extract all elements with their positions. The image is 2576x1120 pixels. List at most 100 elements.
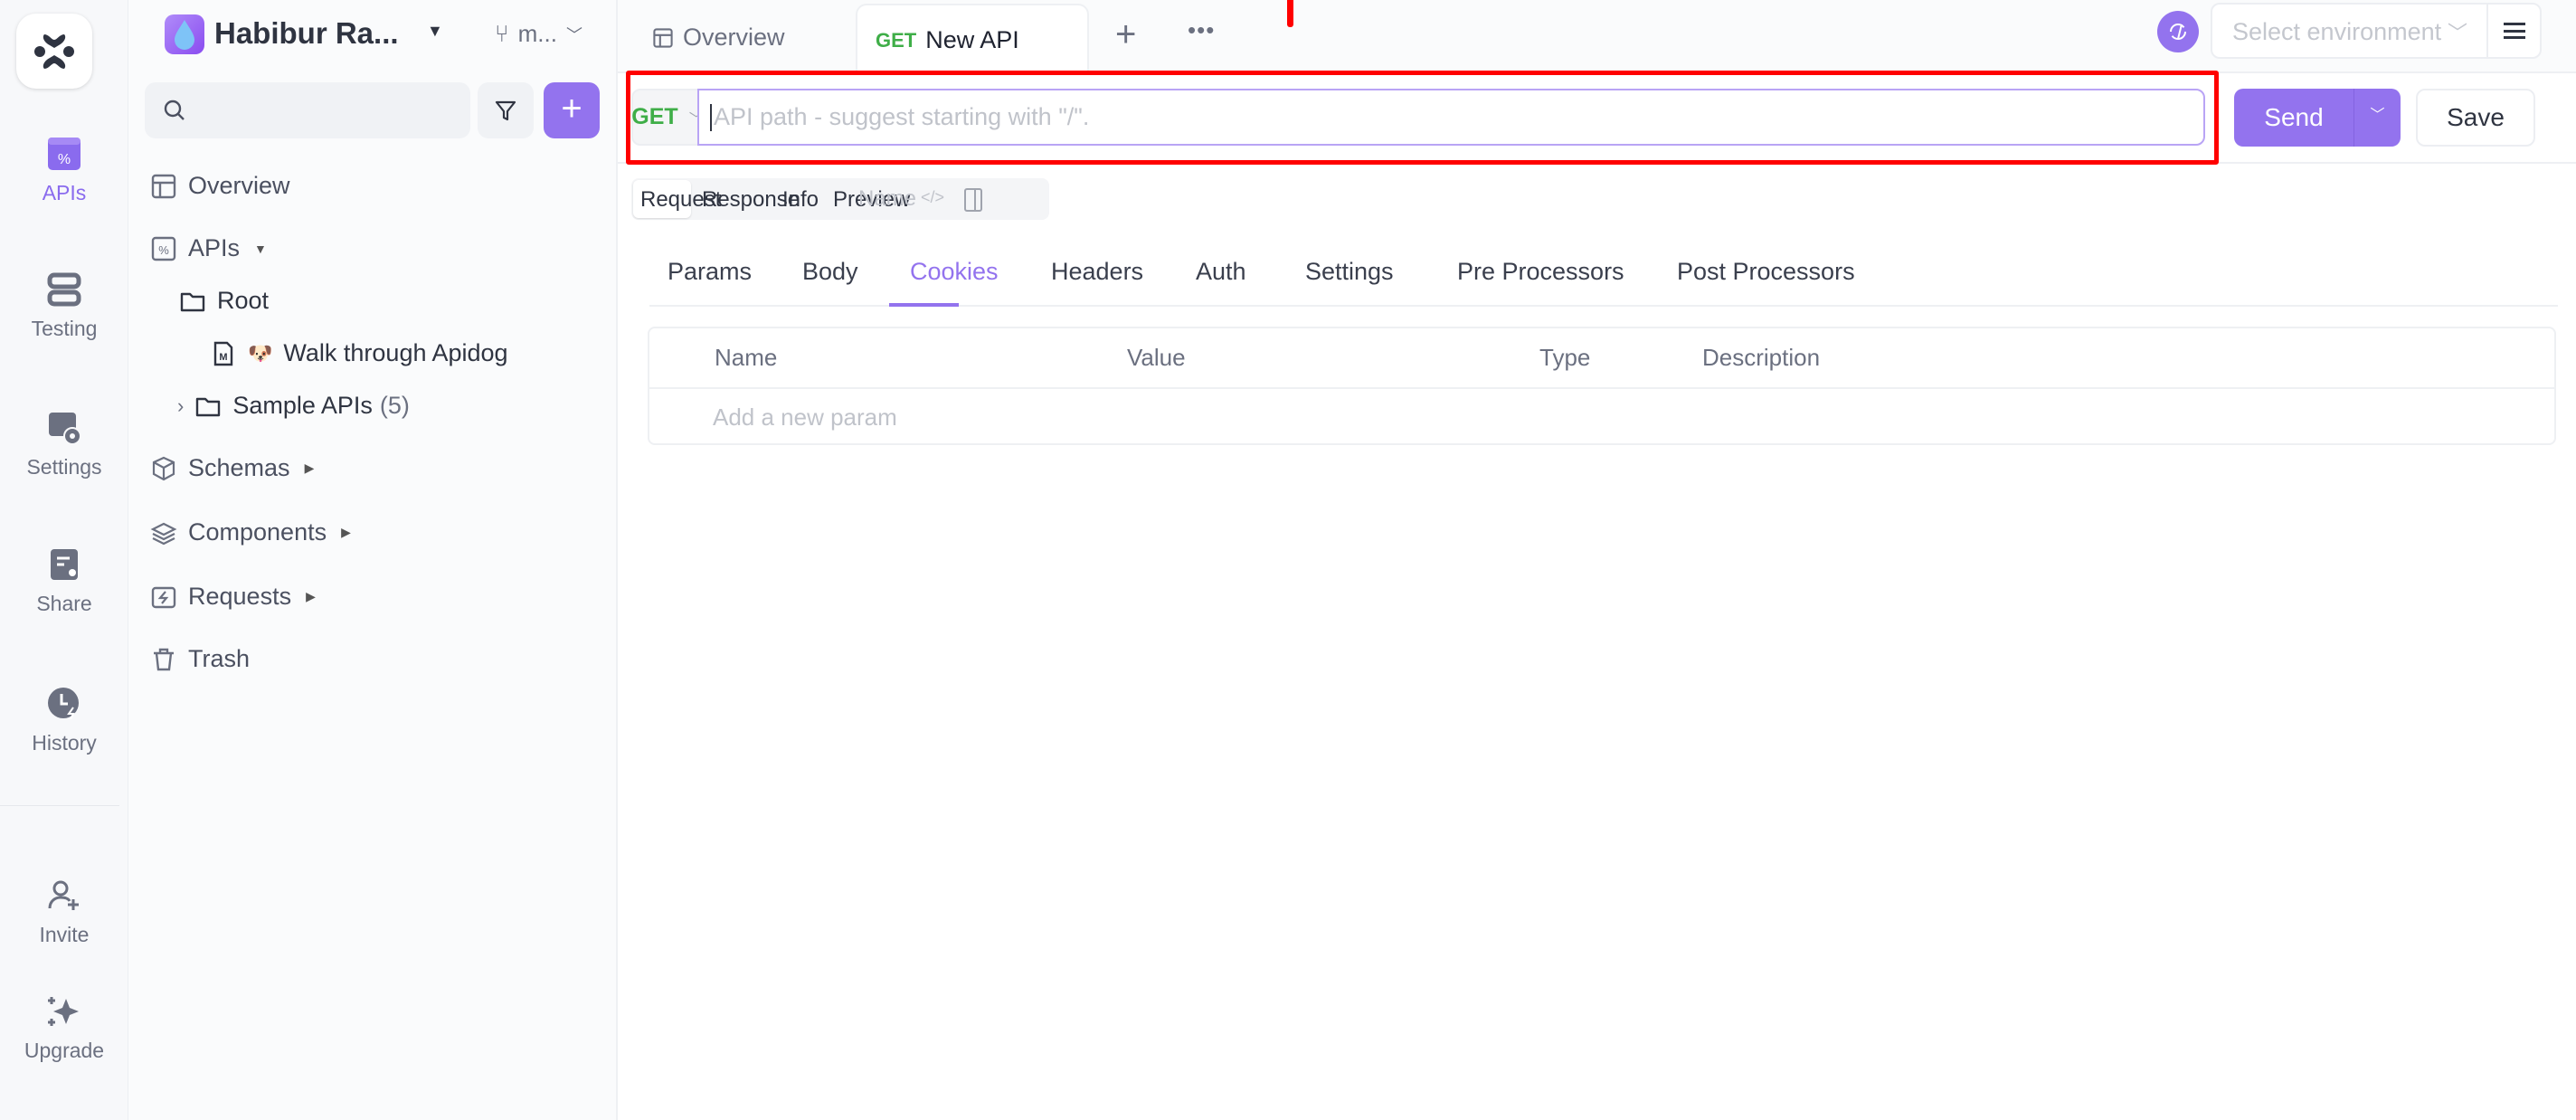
svg-text:M: M <box>219 352 227 363</box>
main-panel: Overview GET New API + ••• Select enviro… <box>618 0 2576 1120</box>
send-button[interactable]: Send <box>2234 89 2353 147</box>
rail-label: Share <box>36 592 92 615</box>
rail-label: History <box>32 731 97 755</box>
tree-item-walk-through[interactable]: M 🐶 Walk through Apidog <box>210 339 508 367</box>
rail-label: Testing <box>31 317 98 340</box>
menu-button[interactable] <box>2504 23 2525 39</box>
rail-invite[interactable]: Invite <box>0 878 128 947</box>
tree-item-components[interactable]: Components ▶ <box>150 518 351 546</box>
rail-share[interactable]: Share <box>0 546 128 616</box>
cube-icon <box>152 456 175 480</box>
caret-right-icon: ▶ <box>306 589 316 603</box>
tree-item-schemas[interactable]: Schemas ▶ <box>150 454 314 482</box>
column-header-description: Description <box>1702 344 1821 371</box>
add-button[interactable]: + <box>544 82 600 138</box>
tab-label: New API <box>925 26 1019 53</box>
code-icon[interactable]: </> <box>921 188 944 207</box>
rail-testing[interactable]: Testing <box>0 271 128 341</box>
share-icon <box>51 549 78 580</box>
overview-icon <box>151 174 176 198</box>
folder-icon <box>180 292 205 311</box>
subtab-post-processors[interactable]: Post Processors <box>1677 258 1855 286</box>
subtab-headers[interactable]: Headers <box>1051 258 1143 286</box>
tab-new-api[interactable]: GET New API <box>856 4 1089 75</box>
subtab-params[interactable]: Params <box>668 258 752 286</box>
api-path-placeholder: API path - suggest starting with "/". <box>714 103 1090 130</box>
tree-item-overview[interactable]: Overview <box>150 172 290 200</box>
save-button[interactable]: Save <box>2416 89 2535 147</box>
tree-item-root[interactable]: Root <box>179 287 269 315</box>
branch-name: m... <box>517 20 557 47</box>
view-tab-info[interactable]: Info <box>782 187 819 213</box>
plus-icon: + <box>561 89 582 128</box>
upgrade-icon <box>48 997 79 1026</box>
subtab-body[interactable]: Body <box>802 258 858 286</box>
subtab-pre-processors[interactable]: Pre Processors <box>1457 258 1624 286</box>
rail-label: APIs <box>42 181 87 204</box>
tree-item-sample-apis[interactable]: › Sample APIs (5) <box>177 392 410 420</box>
branch-icon: ⑂ <box>495 20 509 47</box>
tree-label: Overview <box>188 172 290 199</box>
name-input[interactable]: Name <box>858 186 916 212</box>
branch-selector[interactable]: ⑂ m... ﹀ <box>495 20 582 48</box>
rail-upgrade[interactable]: Upgrade <box>0 993 128 1063</box>
history-icon <box>48 688 79 720</box>
chevron-down-icon: ﹀ <box>2448 22 2468 44</box>
sync-icon <box>2170 24 2186 40</box>
new-tab-button[interactable]: + <box>1115 14 1136 55</box>
tree-item-apis[interactable]: % APIs ▼ <box>150 234 267 262</box>
rail-settings[interactable]: Settings <box>0 410 128 479</box>
tree-item-requests[interactable]: Requests ▶ <box>150 583 316 611</box>
active-subtab-underline <box>889 303 959 307</box>
project-name[interactable]: Habibur Ra... <box>214 16 399 51</box>
caret-right-icon: ▶ <box>304 460 315 475</box>
tab-bar: Overview GET New API + ••• Select enviro… <box>618 0 2576 75</box>
caret-down-icon: ▼ <box>254 241 267 256</box>
filter-button[interactable] <box>478 82 534 138</box>
api-path-input[interactable]: API path - suggest starting with "/". <box>697 89 2205 146</box>
droplet-icon <box>175 20 194 50</box>
dog-emoji: 🐶 <box>248 341 273 365</box>
cookies-table <box>648 327 2556 445</box>
project-dropdown-icon[interactable]: ▼ <box>427 22 443 41</box>
chevron-right-icon[interactable]: › <box>177 394 184 418</box>
sync-button[interactable] <box>2157 11 2199 52</box>
apidog-logo[interactable] <box>16 14 92 89</box>
folder-icon <box>196 397 221 416</box>
subtab-auth[interactable]: Auth <box>1196 258 1246 286</box>
panel-icon <box>974 190 976 210</box>
method-select[interactable]: GET ﹀ <box>631 89 704 146</box>
layers-icon <box>150 522 177 545</box>
tree-item-trash[interactable]: Trash <box>150 645 250 673</box>
svg-text:%: % <box>58 152 71 167</box>
send-options-button[interactable]: ﹀ <box>2354 89 2401 147</box>
column-header-value: Value <box>1127 344 1186 371</box>
add-param-input[interactable]: Add a new param <box>713 403 897 432</box>
rail-divider <box>0 805 119 806</box>
divider <box>2486 5 2488 57</box>
method-value: GET <box>631 104 678 129</box>
tab-overview[interactable]: Overview <box>652 24 785 52</box>
search-icon <box>164 100 185 120</box>
tree-label: Root <box>217 287 270 314</box>
environment-selector[interactable]: Select environment ﹀ <box>2211 3 2542 59</box>
tree-label: Sample APIs <box>232 392 373 419</box>
plus-icon: + <box>1115 14 1137 54</box>
trash-icon <box>154 648 174 670</box>
settings-icon <box>49 413 81 445</box>
subtab-settings[interactable]: Settings <box>1305 258 1394 286</box>
subtab-cookies[interactable]: Cookies <box>910 258 999 286</box>
tree-label: Trash <box>188 645 251 672</box>
side-panel-toggle[interactable] <box>964 188 982 212</box>
invite-icon <box>48 880 79 910</box>
text-cursor <box>710 103 712 131</box>
rail-label: Settings <box>26 455 102 479</box>
more-tabs-button[interactable]: ••• <box>1188 16 1215 44</box>
rail-apis[interactable]: % APIs <box>0 136 128 205</box>
tree-label: APIs <box>188 234 241 261</box>
search-input[interactable] <box>145 82 470 138</box>
apidog-logo-icon <box>34 33 74 69</box>
rail-history[interactable]: History <box>0 686 128 755</box>
tree-label: Components <box>188 518 327 546</box>
tree-label: Schemas <box>188 454 290 481</box>
